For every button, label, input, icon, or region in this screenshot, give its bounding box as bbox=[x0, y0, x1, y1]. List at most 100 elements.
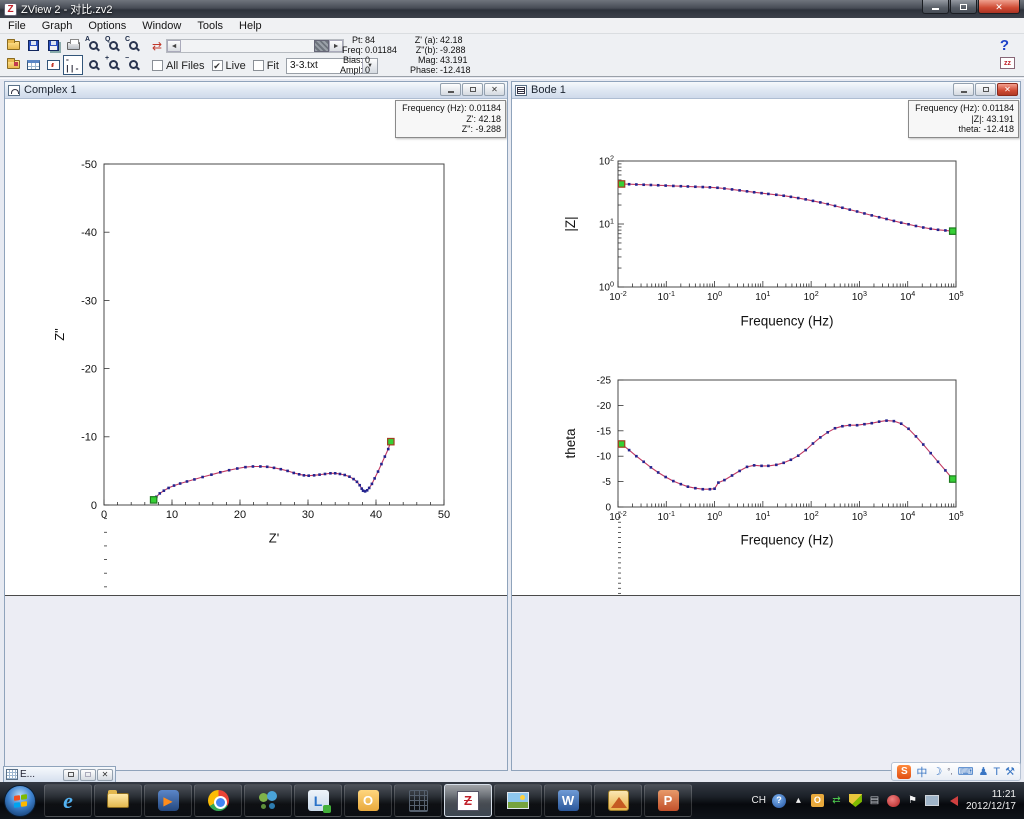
taskbar-zview-icon[interactable]: Z bbox=[444, 784, 492, 817]
sogou-logo[interactable]: S bbox=[897, 764, 912, 779]
network-icon[interactable] bbox=[924, 795, 939, 806]
taskbar-outlook-icon[interactable]: O bbox=[344, 784, 392, 817]
zview-app-icon: Z bbox=[4, 2, 17, 16]
bode-magnitude-endpoint-marker bbox=[948, 227, 957, 235]
print-icon[interactable] bbox=[63, 37, 83, 55]
checkbox-box[interactable] bbox=[252, 60, 264, 71]
shield-icon[interactable] bbox=[848, 794, 862, 807]
checkbox-all-files[interactable]: All Files bbox=[152, 60, 205, 72]
save-as-icon[interactable] bbox=[43, 37, 63, 55]
security-icon[interactable] bbox=[886, 794, 900, 807]
minimized-close-button[interactable]: ✕ bbox=[97, 768, 113, 781]
taskbar-media-player-icon[interactable]: ▶ bbox=[144, 784, 192, 817]
complex-restore-button[interactable] bbox=[462, 83, 483, 96]
save-icon[interactable] bbox=[23, 37, 43, 55]
nyquist-plot[interactable]: 0 10 20 30 40 50 0 -10 -20 -30 -40 -50 Z' Z" bbox=[5, 99, 507, 596]
soft-keyboard[interactable]: ⌨ bbox=[958, 765, 974, 778]
start-button[interactable] bbox=[4, 784, 36, 817]
status-label: Freq: bbox=[341, 45, 363, 55]
zoom-in-icon[interactable]: + bbox=[103, 55, 123, 74]
menu-item-window[interactable]: Window bbox=[134, 19, 189, 33]
zview-tool-icon[interactable]: zz bbox=[1000, 57, 1015, 69]
device-icon[interactable]: ▤ bbox=[868, 793, 881, 808]
bode-phase-plot[interactable]: 10-2 10-1 100 101 102 103 104 105 0 -5 -10 -15 -20 -2… bbox=[512, 349, 1020, 596]
svg-text:0: 0 bbox=[605, 503, 611, 514]
menu-item-options[interactable]: Options bbox=[80, 19, 134, 33]
complex-close-button[interactable]: ✕ bbox=[484, 83, 505, 96]
internet-explorer-glyph: e bbox=[63, 787, 73, 813]
zoom-all-icon[interactable]: A bbox=[83, 36, 103, 55]
readout-line: Frequency (Hz): 0.01184 bbox=[402, 103, 501, 113]
minimize-button[interactable] bbox=[922, 0, 949, 14]
minimized-maximize-button[interactable] bbox=[80, 768, 96, 781]
taskbar-internet-explorer-icon[interactable]: e bbox=[44, 784, 92, 817]
bode-restore-button[interactable] bbox=[975, 83, 996, 96]
zoom-q-icon[interactable]: Q bbox=[103, 36, 123, 55]
zoom-out-icon[interactable]: − bbox=[123, 55, 143, 74]
checkbox-box[interactable] bbox=[152, 60, 163, 71]
status-row: Phase: -12.418 bbox=[396, 65, 471, 75]
equivalent-circuit-icon[interactable]: -||- bbox=[63, 54, 83, 75]
zoom-icon[interactable] bbox=[83, 56, 103, 74]
help-icon[interactable]: ? bbox=[771, 793, 786, 808]
flag-icon[interactable]: ⚑ bbox=[906, 793, 919, 808]
bode-titlebar[interactable]: Bode 1 ✕ bbox=[512, 82, 1020, 99]
sync-icon[interactable]: ⇄ bbox=[830, 793, 843, 808]
graph-window-icon[interactable] bbox=[43, 56, 63, 74]
bode-close-button[interactable]: ✕ bbox=[997, 83, 1018, 96]
sogou-input-bar[interactable]: S 中 ☽ °, ⌨ ♟ T ⚒ bbox=[891, 762, 1021, 781]
chinese-mode[interactable]: 中 bbox=[916, 764, 927, 780]
hidden-icons-arrow[interactable]: ▴ bbox=[792, 793, 805, 808]
taskbar-calculator-icon[interactable] bbox=[394, 784, 442, 817]
user-icon[interactable]: ♟ bbox=[979, 765, 989, 778]
checkbox-label: Fit bbox=[266, 59, 279, 72]
skin-icon[interactable]: T bbox=[993, 766, 1000, 778]
menu-item-tools[interactable]: Tools bbox=[189, 19, 231, 33]
complex-titlebar[interactable]: Complex 1 ✕ bbox=[5, 82, 507, 99]
toolbox-wrench-icon[interactable]: ⚒ bbox=[1005, 765, 1015, 778]
menu-item-help[interactable]: Help bbox=[231, 19, 270, 33]
office-icon[interactable]: O bbox=[810, 794, 824, 807]
taskbar-windows-explorer-icon[interactable] bbox=[94, 784, 142, 817]
complex-window[interactable]: Complex 1 ✕ Frequency (Hz): 0.01184 Z': 4… bbox=[4, 81, 508, 771]
taskbar-word-icon[interactable]: W bbox=[544, 784, 592, 817]
checkbox-box[interactable]: ✔ bbox=[211, 60, 223, 71]
help-icon[interactable]: ? bbox=[1000, 37, 1009, 54]
taskbar-qq-messenger-icon[interactable] bbox=[244, 784, 292, 817]
minimized-restore-button[interactable] bbox=[63, 768, 79, 781]
close-button[interactable]: ✕ bbox=[978, 0, 1020, 14]
volume-icon[interactable] bbox=[945, 795, 958, 806]
file-scrollbar[interactable]: ◄ ► bbox=[166, 38, 345, 53]
zoom-c-icon[interactable]: C bbox=[123, 36, 143, 55]
bode-minimize-button[interactable] bbox=[953, 83, 974, 96]
language-indicator[interactable]: CH bbox=[751, 793, 765, 808]
open-fit-icon[interactable] bbox=[3, 56, 23, 74]
taskbar-origin-icon[interactable] bbox=[594, 784, 642, 817]
maximize-button[interactable] bbox=[950, 0, 977, 14]
menu-item-graph[interactable]: Graph bbox=[34, 19, 81, 33]
open-icon[interactable] bbox=[3, 37, 23, 55]
moon-mode[interactable]: ☽ bbox=[932, 765, 942, 778]
checkbox-fit[interactable]: Fit bbox=[252, 59, 279, 72]
menu-item-file[interactable]: File bbox=[0, 19, 34, 33]
taskbar-clock[interactable]: 11:21 2012/12/17 bbox=[966, 789, 1016, 813]
minimized-window[interactable]: E... ✕ bbox=[3, 766, 116, 783]
svg-text:105: 105 bbox=[948, 289, 963, 303]
svg-text:-5: -5 bbox=[602, 477, 611, 488]
taskbar-powerpoint-icon[interactable]: P bbox=[644, 784, 692, 817]
data-grid-icon[interactable] bbox=[23, 56, 43, 74]
scroll-left-arrow[interactable]: ◄ bbox=[167, 39, 182, 52]
status-value: 43.191 bbox=[440, 55, 468, 65]
complex-minimize-button[interactable] bbox=[440, 83, 461, 96]
taskbar-photo-viewer-icon[interactable] bbox=[494, 784, 542, 817]
bode-window[interactable]: Bode 1 ✕ Frequency (Hz): 0.01184 |Z|: 43.… bbox=[511, 81, 1021, 771]
sweep-icon[interactable]: ⇄ bbox=[152, 39, 162, 53]
nyquist-window-icon bbox=[8, 84, 20, 96]
checkbox-live[interactable]: ✔ Live bbox=[211, 60, 246, 72]
taskbar-thunder-icon[interactable]: L bbox=[294, 784, 342, 817]
punctuation-mode[interactable]: °, bbox=[947, 767, 952, 776]
menubar: File Graph Options Window Tools Help bbox=[0, 18, 1024, 34]
scroll-thumb[interactable] bbox=[314, 39, 330, 52]
taskbar-chrome-icon[interactable] bbox=[194, 784, 242, 817]
svg-text:10: 10 bbox=[166, 509, 178, 521]
